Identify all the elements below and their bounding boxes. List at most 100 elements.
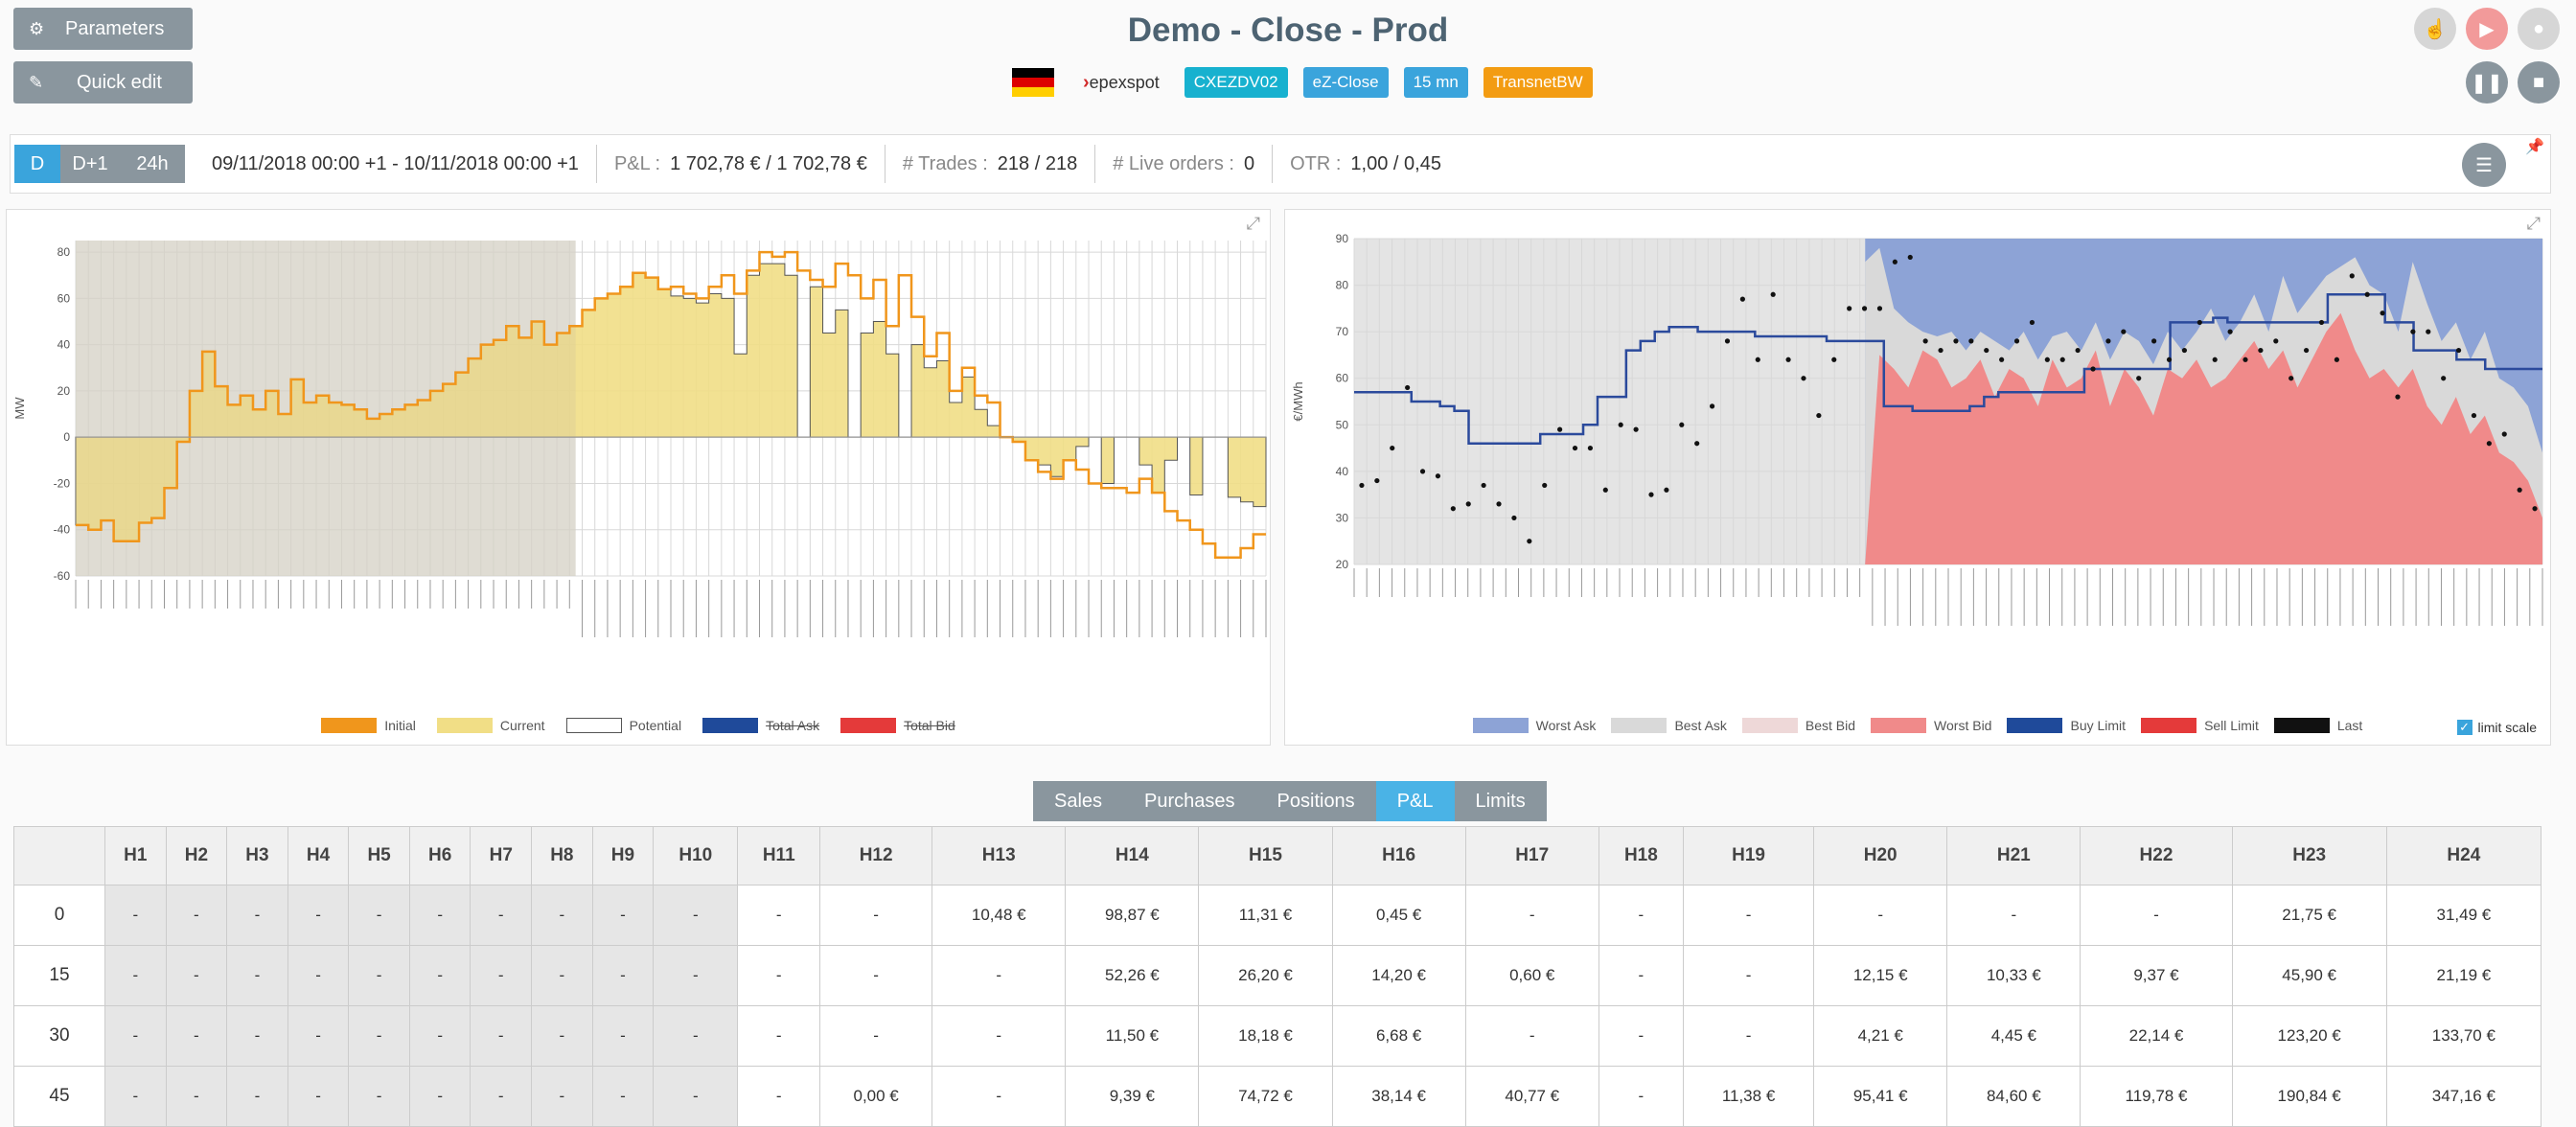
record-button[interactable]: ● [2518,8,2560,50]
tab-purchases[interactable]: Purchases [1123,781,1256,821]
table-cell[interactable]: - [531,945,593,1006]
table-cell[interactable]: - [531,885,593,946]
table-cell[interactable]: - [1598,885,1684,946]
legend-initial[interactable]: Initial [321,718,416,733]
table-cell[interactable]: - [287,1066,350,1127]
table-cell[interactable]: - [1598,1005,1684,1067]
table-cell[interactable]: - [104,885,167,946]
table-cell[interactable]: 11,31 € [1198,885,1333,946]
table-cell[interactable]: 74,72 € [1198,1066,1333,1127]
limit-scale-toggle[interactable]: ✓ limit scale [2456,720,2537,735]
tab-pnl[interactable]: P&L [1375,781,1455,821]
table-cell[interactable]: - [104,1005,167,1067]
table-cell[interactable]: 52,26 € [1065,945,1200,1006]
table-cell[interactable]: 40,77 € [1464,1066,1599,1127]
table-cell[interactable]: - [1682,885,1815,946]
table-cell[interactable]: - [737,945,821,1006]
table-cell[interactable]: - [1464,1005,1599,1067]
table-cell[interactable]: - [653,885,739,946]
table-cell[interactable]: - [470,1066,533,1127]
table-cell[interactable]: - [591,1066,655,1127]
table-cell[interactable]: - [1598,1066,1684,1127]
table-cell[interactable]: - [470,945,533,1006]
quick-edit-button[interactable]: ✎ Quick edit [13,61,193,104]
table-cell[interactable]: 0,45 € [1331,885,1466,946]
table-cell[interactable]: - [408,1066,472,1127]
legend-sell-limit[interactable]: Sell Limit [2141,718,2259,733]
legend-total-ask[interactable]: Total Ask [702,718,819,733]
table-cell[interactable]: - [104,945,167,1006]
table-cell[interactable]: 4,45 € [1946,1005,2082,1067]
table-cell[interactable]: - [591,885,655,946]
table-cell[interactable]: - [932,945,1067,1006]
table-cell[interactable]: 133,70 € [2385,1005,2542,1067]
expand-icon[interactable]: ⤢ [1247,214,1260,234]
table-cell[interactable]: - [348,945,410,1006]
legend-total-bid[interactable]: Total Bid [840,718,955,733]
legend-current[interactable]: Current [436,718,545,733]
table-cell[interactable]: - [165,1066,228,1127]
table-cell[interactable]: - [165,885,228,946]
table-cell[interactable]: - [737,885,821,946]
table-cell[interactable]: 22,14 € [2080,1005,2233,1067]
day-tab-24h[interactable]: 24h [120,145,185,183]
table-cell[interactable]: - [1946,885,2082,946]
table-cell[interactable]: - [226,1066,288,1127]
table-cell[interactable]: - [737,1066,821,1127]
table-cell[interactable]: 31,49 € [2385,885,2542,946]
table-cell[interactable]: - [653,945,739,1006]
tab-positions[interactable]: Positions [1255,781,1376,821]
table-cell[interactable]: - [348,1066,410,1127]
table-cell[interactable]: - [819,1005,933,1067]
table-cell[interactable]: - [470,1005,533,1067]
legend-last[interactable]: Last [2273,718,2362,733]
table-cell[interactable]: - [531,1005,593,1067]
hand-button[interactable]: ☝ [2414,8,2456,50]
table-cell[interactable]: - [165,945,228,1006]
table-cell[interactable]: - [1464,885,1599,946]
table-cell[interactable]: - [1598,945,1684,1006]
table-cell[interactable]: 11,50 € [1065,1005,1200,1067]
table-cell[interactable]: - [408,1005,472,1067]
table-cell[interactable]: - [226,885,288,946]
table-cell[interactable]: 84,60 € [1946,1066,2082,1127]
table-cell[interactable]: - [348,885,410,946]
list-menu-button[interactable]: ☰ [2462,143,2506,187]
table-cell[interactable]: - [408,885,472,946]
table-cell[interactable]: - [819,885,933,946]
table-cell[interactable]: - [2080,885,2233,946]
table-cell[interactable]: 347,16 € [2385,1066,2542,1127]
expand-icon[interactable]: ⤢ [2527,214,2541,234]
day-tab-d-plus-1[interactable]: D+1 [60,145,120,183]
legend-best-ask[interactable]: Best Ask [1611,718,1727,733]
table-cell[interactable]: - [287,945,350,1006]
legend-worst-bid[interactable]: Worst Bid [1871,718,1991,733]
table-cell[interactable]: - [226,1005,288,1067]
table-cell[interactable]: 123,20 € [2231,1005,2387,1067]
table-cell[interactable]: 38,14 € [1331,1066,1466,1127]
table-cell[interactable]: - [470,885,533,946]
table-cell[interactable]: 9,37 € [2080,945,2233,1006]
table-cell[interactable]: - [1682,1005,1815,1067]
table-cell[interactable]: 14,20 € [1331,945,1466,1006]
table-cell[interactable]: - [1682,945,1815,1006]
table-cell[interactable]: 190,84 € [2231,1066,2387,1127]
table-cell[interactable]: 9,39 € [1065,1066,1200,1127]
tab-sales[interactable]: Sales [1033,781,1124,821]
pause-button[interactable]: ❚❚ [2466,61,2508,104]
play-button[interactable]: ▶ [2466,8,2508,50]
table-cell[interactable]: 95,41 € [1813,1066,1948,1127]
table-cell[interactable]: - [653,1005,739,1067]
table-cell[interactable]: 0,00 € [819,1066,933,1127]
tab-limits[interactable]: Limits [1454,781,1547,821]
table-cell[interactable]: 18,18 € [1198,1005,1333,1067]
table-cell[interactable]: - [591,945,655,1006]
table-cell[interactable]: - [932,1005,1067,1067]
checkbox-checked-icon[interactable]: ✓ [2456,720,2472,735]
table-cell[interactable]: - [348,1005,410,1067]
legend-best-bid[interactable]: Best Bid [1741,718,1855,733]
table-cell[interactable]: - [226,945,288,1006]
table-cell[interactable]: - [591,1005,655,1067]
table-cell[interactable]: - [287,885,350,946]
legend-buy-limit[interactable]: Buy Limit [2007,718,2126,733]
